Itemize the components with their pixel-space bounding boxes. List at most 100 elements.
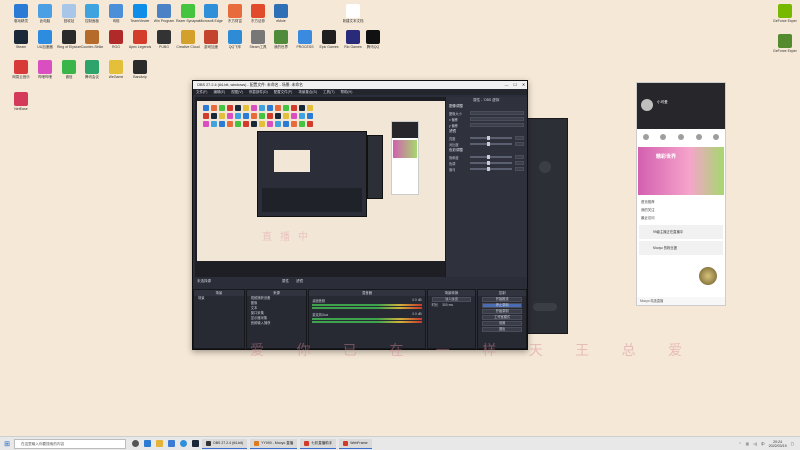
menu-item[interactable]: 工具(T) (323, 89, 334, 95)
play-icon[interactable] (539, 161, 551, 173)
control-button[interactable]: 设置 (482, 321, 522, 326)
taskbar-search-input[interactable]: 在这里输入你要搜索的内容 (14, 438, 126, 449)
tab-icon-2[interactable] (660, 134, 667, 140)
tab-icon-4[interactable] (695, 134, 702, 140)
menu-item[interactable]: 编辑(E) (213, 89, 225, 95)
live-card-large[interactable] (639, 263, 723, 289)
property-number[interactable] (515, 155, 524, 159)
desktop-icon[interactable]: Rio Games (342, 30, 364, 49)
desktop-icon[interactable]: GeForce Experience (773, 4, 797, 23)
live-app-tabs[interactable] (637, 131, 725, 143)
task-view-icon[interactable] (132, 440, 139, 447)
mixer-channel[interactable]: 桌面音频 0.0 dB (312, 298, 422, 310)
live-banner[interactable]: 精彩世界 (638, 147, 724, 195)
desktop-icon[interactable]: UU加速器 (34, 30, 56, 49)
desktop-icon[interactable]: 游戏加速 (200, 30, 222, 49)
avatar[interactable] (641, 99, 653, 111)
desktop-icon[interactable]: NetEase (10, 92, 32, 111)
property-row[interactable]: 伽马 (446, 166, 527, 172)
notification-icon[interactable]: ▢ (791, 442, 794, 446)
scene-item[interactable]: 场景 (194, 296, 244, 301)
scenes-dock[interactable]: 场景 场景 (193, 289, 245, 349)
folder-icon[interactable] (156, 440, 163, 447)
system-tray[interactable]: ⌃ ▥ ◁) 中 20:24 2022/03/19 ▢ (739, 437, 794, 450)
clock[interactable]: 20:24 2022/03/19 (769, 440, 787, 449)
filters-button[interactable]: 滤镜 (296, 279, 303, 283)
chevron-up-icon[interactable]: ⌃ (739, 442, 742, 446)
pill-button[interactable] (533, 303, 557, 311)
desktop-icon[interactable]: 哔哩哔哩 (34, 60, 56, 79)
desktop-icon[interactable]: Epic Games (318, 30, 340, 49)
desktop-icon[interactable]: QQ飞车 (224, 30, 246, 49)
minimize-icon[interactable]: — (505, 81, 509, 89)
steam-icon[interactable] (192, 440, 199, 447)
property-input[interactable] (470, 117, 524, 121)
desktop-icon[interactable]: Microsoft Edge (199, 4, 223, 23)
obs-title-bar[interactable]: OBS 27.2.4 (64-bit, windows) - 配置文件: 未命名… (193, 81, 527, 89)
desktop-icon[interactable]: ROG (105, 30, 127, 49)
desktop-icon[interactable]: Apex Legends (129, 30, 151, 49)
desktop-icon[interactable]: 回收站 (58, 4, 80, 23)
control-button[interactable]: 退出 (482, 327, 522, 332)
network-icon[interactable]: ▥ (746, 442, 749, 446)
tab-icon-5[interactable] (713, 134, 720, 140)
desktop-icon[interactable]: PROCESS (294, 30, 316, 49)
property-slider[interactable] (470, 141, 512, 146)
live-card[interactable]: 99级主播正在直播中 (639, 225, 723, 239)
property-input[interactable] (470, 111, 524, 115)
desktop-icon[interactable]: 东方证券 (247, 4, 269, 23)
volume-icon[interactable]: ◁) (753, 442, 757, 446)
property-number[interactable] (515, 136, 524, 140)
obs-window[interactable]: OBS 27.2.4 (64-bit, windows) - 配置文件: 未命名… (192, 80, 528, 350)
slider-handle[interactable] (486, 160, 490, 165)
obs-menu-bar[interactable]: 文件(F) 编辑(E) 视图(V) 停靠部件(D) 配置文件(P) 场景集合(S) 工具(T… (193, 89, 527, 95)
list-item[interactable]: 最近访问 (641, 215, 655, 220)
property-slider[interactable] (470, 154, 512, 159)
desktop-icon[interactable]: 控制面板 (81, 4, 103, 23)
taskbar-app[interactable]: 七彩直播助手 (300, 438, 337, 449)
desktop-icon[interactable]: Win Program (153, 4, 175, 23)
close-icon[interactable]: ✕ (522, 81, 525, 89)
slider-handle[interactable] (486, 154, 490, 159)
desktop-icon[interactable]: 此电脑 (34, 4, 56, 23)
desktop-icon[interactable]: Steam (10, 30, 32, 49)
desktop-icon[interactable]: eMule (270, 4, 292, 23)
desktop-icon[interactable]: 腾讯会议 (81, 60, 103, 79)
desktop-icon[interactable]: 驱动精灵 (10, 4, 32, 23)
property-slider[interactable] (470, 166, 512, 171)
control-button[interactable]: 开始录制 (482, 309, 522, 314)
desktop-icon[interactable]: Bandizip (129, 60, 151, 79)
menu-item[interactable]: 帮助(H) (341, 89, 353, 95)
tab-icon-3[interactable] (677, 134, 684, 140)
menu-item[interactable]: 停靠部件(D) (249, 89, 268, 95)
desktop-icon[interactable]: 腾讯QQ (362, 30, 384, 49)
desktop-icon[interactable]: 网络 (105, 4, 127, 23)
edge-icon[interactable] (144, 440, 151, 447)
ime-icon[interactable]: 中 (761, 442, 765, 447)
desktop-icon[interactable]: WeGame (105, 60, 127, 79)
browser-icon[interactable] (180, 440, 187, 447)
menu-item[interactable]: 场景集合(S) (298, 89, 317, 95)
desktop-icon[interactable]: TeamViewer (129, 4, 151, 23)
control-button[interactable]: 停止录制 (482, 303, 522, 308)
mixer-channel[interactable]: 麦克风/Aux 0.0 dB (312, 312, 422, 324)
property-slider[interactable] (470, 135, 512, 140)
property-number[interactable] (515, 167, 524, 171)
properties-panel[interactable]: 属性 - 'OBS 虚拟' 图像调整 图像大小 x 偏移 y 偏移 滤镜 亮度 对比度 色彩调… (445, 97, 527, 277)
desktop-icon[interactable]: Counter-Strike (81, 30, 103, 49)
desktop-icon[interactable]: Ring of Elysium (57, 30, 81, 49)
maximize-icon[interactable]: ☐ (513, 81, 516, 89)
desktop-icon[interactable]: Steam工具 (247, 30, 269, 49)
slider-handle[interactable] (486, 135, 490, 140)
property-number[interactable] (515, 161, 524, 165)
live-card[interactable]: Mooyo 的粉丝团 (639, 241, 723, 255)
property-number[interactable] (515, 142, 524, 146)
slider-handle[interactable] (486, 166, 490, 171)
tab-icon-1[interactable] (642, 134, 649, 140)
property-input[interactable] (470, 123, 524, 127)
menu-item[interactable]: 文件(F) (196, 89, 207, 95)
slider-handle[interactable] (486, 141, 490, 146)
source-item[interactable]: 音频输入捕获 (247, 321, 307, 326)
desktop-icon[interactable]: Creative Cloud (176, 30, 200, 49)
windows-start-icon[interactable]: ⊞ (0, 440, 14, 448)
